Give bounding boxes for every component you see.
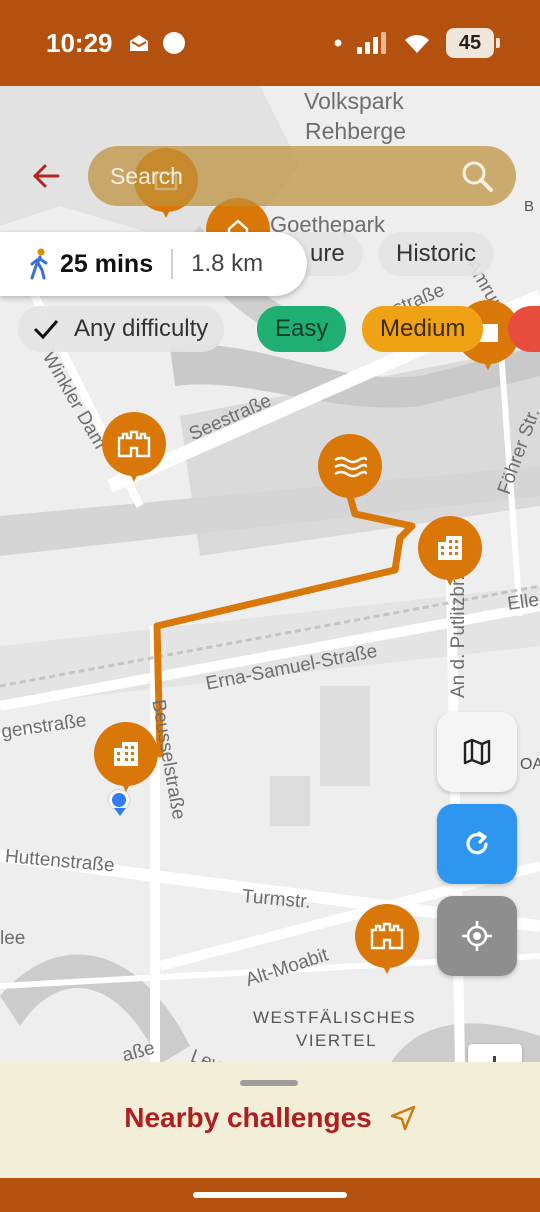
wifi-icon <box>405 35 429 53</box>
chip-label: Historic <box>396 240 477 267</box>
status-bar: 10:29 45 <box>0 0 540 86</box>
chip-label: Easy <box>275 315 329 342</box>
marker-building-2[interactable] <box>94 722 158 798</box>
marker-building-1[interactable] <box>418 516 482 592</box>
chip-label: Medium <box>380 315 466 342</box>
route-duration: 25 mins <box>60 249 154 278</box>
zoom-control-peek[interactable] <box>468 1044 522 1064</box>
status-time: 10:29 <box>46 28 113 58</box>
bottom-sheet[interactable]: Nearby challenges <box>0 1062 540 1178</box>
label-b: B <box>524 198 535 215</box>
label-westfaelisches: WESTFÄLISCHES <box>253 1008 417 1027</box>
status-left-icons <box>128 31 186 55</box>
chip-easy[interactable]: Easy <box>257 306 347 352</box>
water-icon <box>334 456 367 478</box>
battery-level: 45 <box>458 31 482 54</box>
marker-castle-2[interactable] <box>355 904 419 980</box>
refresh-icon <box>466 831 488 855</box>
chip-medium[interactable]: Medium <box>362 306 484 352</box>
sheet-title: Nearby challenges <box>124 1102 372 1133</box>
marker-water[interactable] <box>318 434 382 510</box>
home-indicator[interactable] <box>193 1192 347 1198</box>
map-icon <box>463 739 491 765</box>
search-input[interactable]: Search <box>110 163 460 190</box>
route-summary-card: 25 mins 1.8 km <box>0 232 307 296</box>
navigation-arrow-icon <box>390 1105 415 1131</box>
walking-icon <box>30 248 48 280</box>
chip-historic[interactable]: Historic <box>378 232 495 276</box>
castle-icon <box>117 430 151 458</box>
map-layers-button[interactable] <box>437 712 517 792</box>
label-lee: lee <box>0 928 26 949</box>
status-right-icons: 45 <box>334 28 500 58</box>
label-putlitz: An d. Putlitzbr. <box>448 575 469 698</box>
app-root: 10:29 45 Volkspark Rehberge Goethepark S… <box>0 0 540 1212</box>
system-nav-bar <box>0 1178 540 1212</box>
search-icon[interactable] <box>460 159 494 193</box>
sheet-drag-handle[interactable] <box>240 1080 298 1086</box>
nearby-challenges-header[interactable]: Nearby challenges <box>0 1102 540 1134</box>
building-icon <box>438 536 462 560</box>
route-distance: 1.8 km <box>191 250 264 277</box>
label-volkspark: Volkspark <box>304 88 404 114</box>
check-icon <box>33 320 59 340</box>
locate-button[interactable] <box>437 896 517 976</box>
chip-label: ure <box>310 240 345 267</box>
marker-castle-1[interactable] <box>102 412 166 488</box>
chip-label: Any difficulty <box>74 315 209 342</box>
chip-any-difficulty[interactable]: Any difficulty <box>18 306 225 352</box>
label-ellen: Elle <box>506 589 540 615</box>
building-icon <box>114 742 138 766</box>
locate-icon <box>462 921 492 951</box>
user-direction-icon <box>114 808 126 816</box>
circle-icon <box>163 32 185 54</box>
mail-icon <box>130 35 148 51</box>
label-viertel: VIERTEL <box>296 1031 378 1050</box>
route-divider <box>171 249 174 279</box>
dot-icon <box>334 39 342 47</box>
signal-icon <box>357 32 386 54</box>
refresh-button[interactable] <box>437 804 517 884</box>
user-location-dot <box>109 790 129 810</box>
label-rehberge: Rehberge <box>305 118 407 144</box>
search-bar[interactable]: Search <box>88 146 516 206</box>
castle-icon <box>370 922 404 950</box>
battery-icon: 45 <box>446 28 500 58</box>
back-arrow-icon[interactable] <box>30 160 62 192</box>
label-oa: OA <box>520 756 540 773</box>
